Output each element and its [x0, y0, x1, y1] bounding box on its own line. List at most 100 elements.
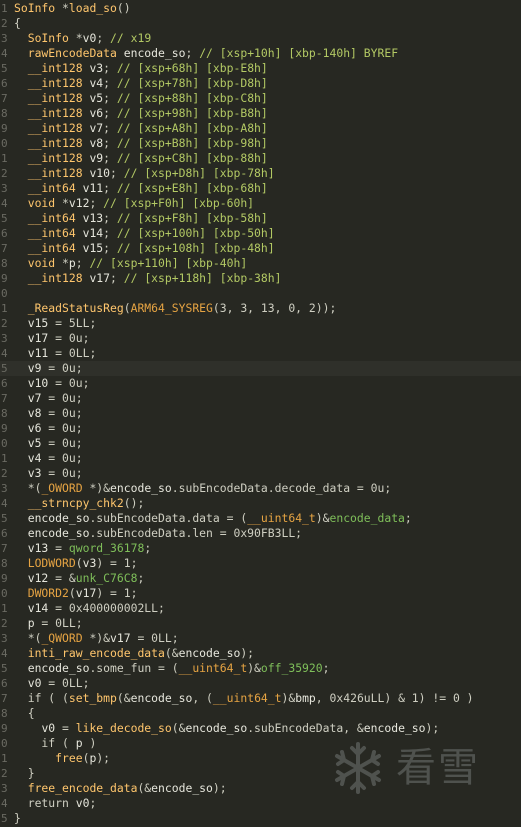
code-line[interactable]: 3 *(_OWORD *)&encode_so.subEncodeData.de…	[0, 481, 521, 496]
line-text[interactable]: v5 = 0u;	[14, 436, 83, 451]
code-line[interactable]: 1 SoInfo *load_so()	[0, 1, 521, 16]
code-token[interactable]: *	[55, 256, 69, 270]
code-line[interactable]: 3 __int64 v11; // [xsp+E8h] [xbp-68h]	[0, 181, 521, 196]
code-comment[interactable]: // [xsp+A8h] [xbp-A8h]	[117, 121, 268, 135]
code-line[interactable]: 7 __int128 v5; // [xsp+88h] [xbp-C8h]	[0, 91, 521, 106]
code-token[interactable]: ;	[185, 46, 199, 60]
code-token[interactable]: v4	[89, 76, 103, 90]
code-line[interactable]: 4 inti_raw_encode_data(&encode_so);	[0, 646, 521, 661]
code-token[interactable]	[14, 331, 28, 345]
line-text[interactable]: encode_so.subEncodeData.data = (__uint64…	[14, 511, 412, 526]
line-text[interactable]: _ReadStatusReg(ARM64_SYSREG(3, 3, 13, 0,…	[14, 301, 337, 316]
code-token[interactable]: ARM64_SYSREG	[131, 301, 213, 315]
line-text[interactable]: v17 = 0u;	[14, 331, 90, 346]
line-text[interactable]: __int128 v10; // [xsp+D8h] [xbp-78h]	[14, 166, 275, 181]
code-token[interactable]: .some_fun = (	[89, 661, 178, 675]
line-text[interactable]: __int128 v17; // [xsp+118h] [xbp-38h]	[14, 271, 282, 286]
code-token[interactable]	[14, 556, 28, 570]
code-token[interactable]: __int128	[28, 166, 83, 180]
code-token[interactable]: qword_36178	[69, 541, 144, 555]
code-comment[interactable]: // [xsp+98h] [xbp-B8h]	[117, 106, 268, 120]
code-token[interactable]: v0	[76, 796, 90, 810]
code-token[interactable]: v17	[76, 586, 97, 600]
code-token[interactable]	[14, 136, 28, 150]
code-token[interactable]: );	[426, 721, 440, 735]
code-line[interactable]: 0 v5 = 0u;	[0, 436, 521, 451]
code-token[interactable]: ;	[96, 31, 110, 45]
code-token[interactable]: v17	[28, 331, 49, 345]
code-line[interactable]: 8 void *p; // [xsp+110h] [xbp-40h]	[0, 256, 521, 271]
code-token[interactable]: = 0LL;	[41, 676, 89, 690]
line-text[interactable]: if ( (set_bmp(&encode_so, (__uint64_t)&b…	[14, 691, 474, 706]
code-token[interactable]: (&	[137, 781, 151, 795]
code-token[interactable]: v6	[28, 421, 42, 435]
code-token[interactable]: encode_so	[110, 481, 172, 495]
code-token[interactable]: ();	[124, 496, 145, 510]
code-token[interactable]	[14, 31, 28, 45]
line-text[interactable]: LODWORD(v3) = 1;	[14, 556, 138, 571]
code-token[interactable]: bmp	[295, 691, 316, 705]
code-token[interactable]: ;	[103, 136, 117, 150]
code-token[interactable]: ) = 1;	[96, 586, 137, 600]
line-text[interactable]: free(p);	[14, 751, 110, 766]
code-token[interactable]: }	[14, 811, 21, 825]
code-token[interactable]: __int128	[28, 136, 83, 150]
code-token[interactable]: ;	[323, 661, 330, 675]
code-comment[interactable]: // [xsp+D8h] [xbp-78h]	[124, 166, 275, 180]
code-token[interactable]: void	[28, 196, 55, 210]
code-line[interactable]: 3 SoInfo *v0; // x19	[0, 31, 521, 46]
code-token[interactable]: = 0LL;	[35, 616, 82, 630]
code-comment[interactable]: // [xsp+118h] [xbp-38h]	[124, 271, 282, 285]
code-token[interactable]	[14, 601, 28, 615]
code-token[interactable]: v5	[89, 91, 103, 105]
code-token[interactable]	[14, 376, 28, 390]
code-token[interactable]: v15	[83, 241, 104, 255]
code-comment[interactable]: // [xsp+F8h] [xbp-58h]	[117, 211, 268, 225]
code-token[interactable]: __strncpy_chk2	[28, 496, 124, 510]
code-token[interactable]	[14, 91, 28, 105]
code-token[interactable]: ;	[103, 61, 117, 75]
code-token[interactable]: (&	[165, 646, 179, 660]
code-token[interactable]	[14, 616, 28, 630]
code-token[interactable]: v15	[28, 316, 49, 330]
code-token[interactable]: __uint64_t	[247, 511, 316, 525]
line-text[interactable]: __int128 v6; // [xsp+98h] [xbp-B8h]	[14, 106, 268, 121]
code-line[interactable]: 2 v15 = 5LL;	[0, 316, 521, 331]
line-text[interactable]: v11 = 0LL;	[14, 346, 97, 361]
line-text[interactable]: SoInfo *v0; // x19	[14, 31, 151, 46]
code-line[interactable]: 3 v17 = 0u;	[0, 331, 521, 346]
code-line[interactable]: 0	[0, 286, 521, 301]
code-token[interactable]: {	[14, 16, 21, 30]
code-line[interactable]: 6 v0 = 0LL;	[0, 676, 521, 691]
code-token[interactable]: v8	[89, 136, 103, 150]
code-token[interactable]: = 0LL;	[131, 631, 178, 645]
line-text[interactable]: v14 = 0x400000002LL;	[14, 601, 165, 616]
line-text[interactable]: __int128 v4; // [xsp+78h] [xbp-D8h]	[14, 76, 268, 91]
line-text[interactable]: rawEncodeData encode_so; // [xsp+10h] [x…	[14, 46, 398, 61]
code-line[interactable]: 6 __int128 v4; // [xsp+78h] [xbp-D8h]	[0, 76, 521, 91]
code-token[interactable]: ;	[110, 271, 124, 285]
code-line[interactable]: 8 v8 = 0u;	[0, 406, 521, 421]
line-text[interactable]: __int64 v13; // [xsp+F8h] [xbp-58h]	[14, 211, 268, 226]
code-token[interactable]: = 0u;	[48, 331, 89, 345]
code-line[interactable]: 5 __int128 v3; // [xsp+68h] [xbp-E8h]	[0, 61, 521, 76]
line-text[interactable]: *(_QWORD *)&v17 = 0LL;	[14, 631, 179, 646]
code-token[interactable]: if (	[14, 736, 76, 750]
code-token[interactable]	[14, 436, 28, 450]
line-text[interactable]: __int128 v3; // [xsp+68h] [xbp-E8h]	[14, 61, 268, 76]
code-token[interactable]: .subEncodeData.decode_data = 0u;	[172, 481, 391, 495]
line-text[interactable]: }	[14, 811, 21, 826]
line-text[interactable]: v13 = qword_36178;	[14, 541, 151, 556]
code-token[interactable]: (&	[172, 721, 186, 735]
code-token[interactable]: ;	[110, 166, 124, 180]
code-token[interactable]	[14, 271, 28, 285]
code-line[interactable]: 4 rawEncodeData encode_so; // [xsp+10h] …	[0, 46, 521, 61]
code-token[interactable]: = 0LL;	[48, 346, 96, 360]
code-token[interactable]	[14, 76, 28, 90]
code-token[interactable]	[76, 241, 83, 255]
code-token[interactable]: .subEncodeData, &	[247, 721, 364, 735]
code-comment[interactable]: // [xsp+B8h] [xbp-98h]	[117, 136, 268, 150]
code-line[interactable]: 9 v0 = like_decode_so(&encode_so.subEnco…	[0, 721, 521, 736]
code-token[interactable]: v8	[28, 406, 42, 420]
code-token[interactable]: =	[48, 541, 69, 555]
